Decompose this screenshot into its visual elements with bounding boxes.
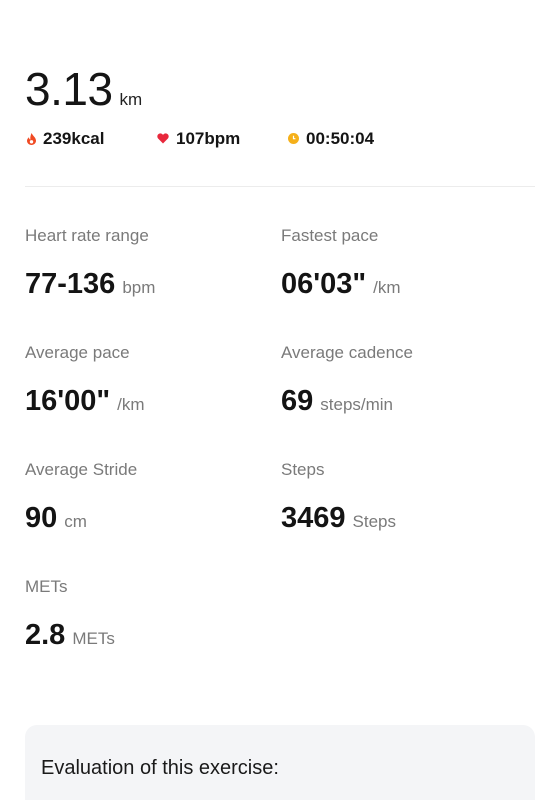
- metric-value: 06'03": [281, 268, 367, 300]
- mets-metric: METs 2.8 METs: [25, 577, 265, 652]
- metric-unit: steps/min: [320, 395, 394, 414]
- metric-unit: /km: [117, 395, 145, 414]
- heart-rate-value: 107bpm: [176, 129, 241, 148]
- distance-value: 3.13: [25, 63, 113, 115]
- fastest-pace-metric: Fastest pace 06'03" /km: [281, 226, 521, 301]
- average-pace-metric: Average pace 16'00" /km: [25, 343, 265, 418]
- metric-unit: cm: [64, 512, 87, 531]
- metric-label: Steps: [281, 460, 325, 479]
- duration-stat: 00:50:04: [288, 129, 374, 149]
- metric-unit: /km: [373, 278, 401, 297]
- quick-stats-row: 239kcal 107bpm 00:50:04: [27, 129, 527, 151]
- section-divider: [25, 186, 535, 187]
- flame-icon: [27, 133, 36, 145]
- evaluation-title: Evaluation of this exercise:: [41, 757, 279, 779]
- metric-label: Heart rate range: [25, 226, 149, 245]
- metric-label: Fastest pace: [281, 226, 379, 245]
- evaluation-card: Evaluation of this exercise:: [25, 725, 535, 800]
- heart-rate-range-metric: Heart rate range 77-136 bpm: [25, 226, 265, 301]
- metric-label: Average cadence: [281, 343, 414, 362]
- metric-label: Average pace: [25, 343, 130, 362]
- metric-value: 16'00": [25, 385, 111, 417]
- calories-stat: 239kcal: [27, 129, 104, 149]
- metric-unit: bpm: [122, 278, 156, 297]
- clock-dot-icon: [288, 129, 299, 149]
- average-cadence-metric: Average cadence 69 steps/min: [281, 343, 521, 418]
- metric-value: 90: [25, 502, 58, 534]
- metric-unit: Steps: [352, 512, 396, 531]
- duration-value: 00:50:04: [306, 129, 375, 148]
- calories-value: 239kcal: [43, 129, 105, 148]
- metric-unit: METs: [72, 629, 115, 648]
- heart-icon: [157, 129, 169, 149]
- metric-label: METs: [25, 577, 68, 596]
- heart-rate-stat: 107bpm: [157, 129, 240, 149]
- steps-metric: Steps 3469 Steps: [281, 460, 521, 535]
- average-stride-metric: Average Stride 90 cm: [25, 460, 265, 535]
- metric-label: Average Stride: [25, 460, 138, 479]
- metric-value: 2.8: [25, 619, 66, 651]
- metric-value: 3469: [281, 502, 346, 534]
- workout-detail-screen: 3.13 km 239kcal 107bpm 00:50:04 Heart ra…: [0, 0, 560, 800]
- metric-value: 69: [281, 385, 314, 417]
- distance-summary: 3.13 km: [25, 62, 142, 116]
- metric-value: 77-136: [25, 268, 116, 300]
- distance-unit: km: [119, 90, 143, 109]
